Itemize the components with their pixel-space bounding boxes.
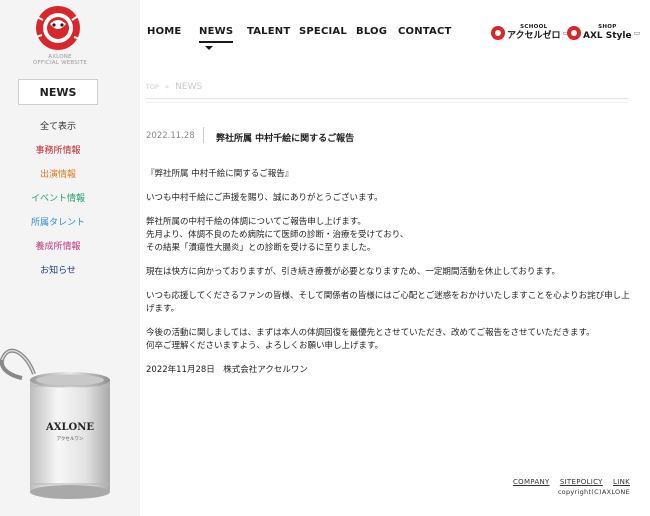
breadcrumb-current: NEWS xyxy=(175,82,203,92)
external-window-icon: ▭ xyxy=(633,29,641,37)
post-title: 弊社所属 中村千絵に関するご報告 xyxy=(216,134,355,144)
post-line: 今後の活動に関しましては、まずは本人の体調回復を最優先とさせていただき、改めてご… xyxy=(146,328,595,338)
logo-subtitle: AXLONE OFFICIAL WEBSITE xyxy=(0,54,120,66)
category-appearances[interactable]: 出演情報 xyxy=(0,166,116,190)
footer-link-company[interactable]: COMPANY xyxy=(513,478,550,486)
footer-link-link[interactable]: LINK xyxy=(613,478,630,486)
post-line: 先月より、体調不良のため病院にて医師の診断・治療を受けており、 xyxy=(146,230,409,240)
post-paragraph: 『弊社所属 中村千絵に関するご報告』 xyxy=(146,169,294,179)
axlone-logo[interactable] xyxy=(28,3,88,55)
post-paragraph-group: 弊社所属の中村千絵の体調についてご報告申し上げます。 先月より、体調不良のため病… xyxy=(146,216,630,255)
category-all[interactable]: 全て表示 xyxy=(0,118,116,142)
axlone-can-image: AXLONE アクセルワン xyxy=(0,338,140,503)
footer-links: COMPANY SITEPOLICY LINK xyxy=(505,478,630,486)
category-talent[interactable]: 所属タレント xyxy=(0,214,116,238)
post-signature: 2022年11月28日 株式会社アクセルワン xyxy=(146,365,308,375)
divider xyxy=(146,98,628,99)
school-link[interactable]: SCHOOL アクセルゼロ ▭ xyxy=(491,22,569,44)
nav-news[interactable]: NEWS xyxy=(199,26,234,43)
school-logo-icon xyxy=(491,26,505,40)
nav-contact[interactable]: CONTACT xyxy=(398,26,452,37)
shop-link-text: SHOP AXL Style xyxy=(583,25,632,41)
shop-link-label: AXL Style xyxy=(583,30,632,41)
nav-blog[interactable]: BLOG xyxy=(356,26,387,37)
category-list: 全て表示 事務所情報 出演情報 イベント情報 所属タレント 養成所情報 お知らせ xyxy=(0,118,116,286)
shop-logo-icon xyxy=(567,26,581,40)
post-date: 2022.11.28 xyxy=(146,131,195,141)
post-paragraph: いつも応援してくださるファンの皆様、そして関係者の皆様にはご心配とご迷惑をおかけ… xyxy=(146,291,630,314)
school-link-label: アクセルゼロ xyxy=(507,30,561,41)
sidebar: AXLONE OFFICIAL WEBSITE NEWS 全て表示 事務所情報 … xyxy=(0,0,140,516)
breadcrumb-top[interactable]: TOP xyxy=(146,84,159,91)
school-link-small: SCHOOL xyxy=(520,24,548,31)
category-notices[interactable]: お知らせ xyxy=(0,262,116,286)
logo-graphic xyxy=(35,6,81,50)
logo-subtitle-line2: OFFICIAL WEBSITE xyxy=(32,60,88,66)
divider xyxy=(146,102,628,103)
copyright: copyright(C)AXLONE xyxy=(557,488,630,496)
post-body: 『弊社所属 中村千絵に関するご報告』 いつも中村千絵にご声援を賜り、誠にありがと… xyxy=(146,168,630,388)
post-header-divider xyxy=(203,127,204,143)
can-sublabel: アクセルワン xyxy=(57,436,84,442)
post-line: その結果「潰瘍性大腸炎」との診断を受けるに至りました。 xyxy=(146,243,376,253)
nav-talent[interactable]: TALENT xyxy=(247,26,290,37)
post-paragraph: 現在は快方に向かっておりますが、引き続き療養が必要となりますため、一定期間活動を… xyxy=(146,267,561,277)
post-line: 何卒ご理解くださいますよう、よろしくお願い申し上げます。 xyxy=(146,341,384,351)
can-graphic: AXLONE アクセルワン xyxy=(0,348,110,499)
category-events[interactable]: イベント情報 xyxy=(0,190,116,214)
category-school[interactable]: 養成所情報 xyxy=(0,238,116,262)
nav-home[interactable]: HOME xyxy=(147,26,181,37)
footer-link-sitepolicy[interactable]: SITEPOLICY xyxy=(560,478,603,486)
post-paragraph: いつも中村千絵にご声援を賜り、誠にありがとうございます。 xyxy=(146,193,383,203)
breadcrumb: TOP » NEWS xyxy=(146,82,202,92)
breadcrumb-separator: » xyxy=(164,83,170,91)
post-line: 弊社所属の中村千絵の体調についてご報告申し上げます。 xyxy=(146,217,366,227)
shop-link-small: SHOP xyxy=(598,24,617,31)
school-link-text: SCHOOL アクセルゼロ xyxy=(507,25,561,41)
nav-special[interactable]: SPECIAL xyxy=(299,26,347,37)
shop-link[interactable]: SHOP AXL Style ▭ xyxy=(567,22,640,44)
category-office-info[interactable]: 事務所情報 xyxy=(0,142,116,166)
can-label: AXLONE xyxy=(45,422,94,433)
sidebar-title: NEWS xyxy=(18,79,98,105)
post-paragraph-group: 今後の活動に関しましては、まずは本人の体調回復を最優先とさせていただき、改めてご… xyxy=(146,327,630,353)
nav-active-indicator-icon xyxy=(205,46,213,50)
